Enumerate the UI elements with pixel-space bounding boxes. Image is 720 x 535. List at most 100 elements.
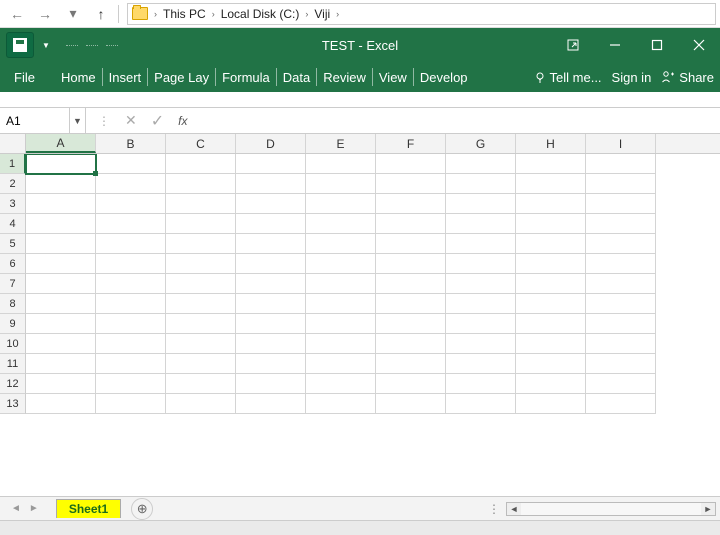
cell[interactable] xyxy=(236,334,306,354)
cell[interactable] xyxy=(236,234,306,254)
cell[interactable] xyxy=(236,174,306,194)
cell[interactable] xyxy=(586,354,656,374)
row-header[interactable]: 4 xyxy=(0,214,26,234)
cell[interactable] xyxy=(96,314,166,334)
cell[interactable] xyxy=(376,294,446,314)
cell[interactable] xyxy=(306,214,376,234)
qat-dropdown-icon[interactable]: ▼ xyxy=(38,41,54,50)
sheet-nav-prev-icon[interactable]: ◄ xyxy=(8,503,24,514)
tab-view[interactable]: View xyxy=(373,68,414,86)
cell[interactable] xyxy=(166,294,236,314)
minimize-button[interactable] xyxy=(594,28,636,62)
address-box[interactable]: › This PC › Local Disk (C:) › Viji › xyxy=(127,3,716,25)
cell[interactable] xyxy=(446,394,516,414)
row-header[interactable]: 9 xyxy=(0,314,26,334)
scroll-track[interactable] xyxy=(521,503,701,515)
cell[interactable] xyxy=(306,334,376,354)
select-all-corner[interactable] xyxy=(0,134,26,153)
tell-me-search[interactable]: Tell me... xyxy=(534,70,602,85)
cell[interactable] xyxy=(586,334,656,354)
cell[interactable] xyxy=(446,374,516,394)
cell[interactable] xyxy=(166,374,236,394)
cell[interactable] xyxy=(26,194,96,214)
save-button[interactable] xyxy=(6,32,34,58)
row-header[interactable]: 10 xyxy=(0,334,26,354)
cell[interactable] xyxy=(306,354,376,374)
breadcrumb[interactable]: Viji xyxy=(314,7,330,21)
cell[interactable] xyxy=(236,314,306,334)
tab-developer[interactable]: Develop xyxy=(414,68,474,86)
column-header[interactable]: A xyxy=(26,134,96,153)
cell[interactable] xyxy=(586,234,656,254)
cell[interactable] xyxy=(306,314,376,334)
cell[interactable] xyxy=(26,174,96,194)
name-box[interactable]: A1 xyxy=(0,108,70,133)
cell[interactable] xyxy=(306,294,376,314)
cell[interactable] xyxy=(26,294,96,314)
cell[interactable] xyxy=(586,294,656,314)
cell[interactable] xyxy=(586,154,656,174)
sign-in-link[interactable]: Sign in xyxy=(612,70,652,85)
row-header[interactable]: 8 xyxy=(0,294,26,314)
cell[interactable] xyxy=(26,314,96,334)
row-header[interactable]: 7 xyxy=(0,274,26,294)
cell[interactable] xyxy=(586,194,656,214)
column-header[interactable]: F xyxy=(376,134,446,153)
cell[interactable] xyxy=(376,254,446,274)
cell[interactable] xyxy=(236,254,306,274)
cell[interactable] xyxy=(446,234,516,254)
row-header[interactable]: 11 xyxy=(0,354,26,374)
cell[interactable] xyxy=(166,314,236,334)
cell[interactable] xyxy=(96,194,166,214)
cell[interactable] xyxy=(26,394,96,414)
nav-up-icon[interactable]: ↑ xyxy=(88,3,114,25)
scroll-split-handle-icon[interactable]: ⋮ xyxy=(482,502,506,516)
formula-bar-input[interactable] xyxy=(199,108,720,133)
share-button[interactable]: Share xyxy=(661,70,714,85)
column-header[interactable]: H xyxy=(516,134,586,153)
cell[interactable] xyxy=(26,214,96,234)
nav-forward-icon[interactable]: → xyxy=(32,3,58,25)
row-header[interactable]: 13 xyxy=(0,394,26,414)
cell[interactable] xyxy=(516,374,586,394)
column-header[interactable]: D xyxy=(236,134,306,153)
cell[interactable] xyxy=(96,254,166,274)
cell[interactable] xyxy=(446,294,516,314)
cell[interactable] xyxy=(446,154,516,174)
fx-label[interactable]: fx xyxy=(178,114,187,128)
cell[interactable] xyxy=(376,274,446,294)
row-header[interactable]: 12 xyxy=(0,374,26,394)
scroll-left-icon[interactable]: ◄ xyxy=(507,503,521,515)
cell[interactable] xyxy=(586,214,656,234)
cell[interactable] xyxy=(586,314,656,334)
cell[interactable] xyxy=(166,354,236,374)
cell[interactable] xyxy=(166,234,236,254)
tab-page-layout[interactable]: Page Lay xyxy=(148,68,216,86)
column-header[interactable]: C xyxy=(166,134,236,153)
ribbon-display-options-icon[interactable] xyxy=(552,28,594,62)
cell[interactable] xyxy=(306,254,376,274)
tab-insert[interactable]: Insert xyxy=(103,68,149,86)
cell[interactable] xyxy=(96,154,166,174)
cell[interactable] xyxy=(446,194,516,214)
nav-dropdown-icon[interactable]: ▾ xyxy=(60,3,86,25)
cell[interactable] xyxy=(586,374,656,394)
row-header[interactable]: 6 xyxy=(0,254,26,274)
cell[interactable] xyxy=(376,394,446,414)
row-header[interactable]: 5 xyxy=(0,234,26,254)
cell[interactable] xyxy=(96,394,166,414)
cell[interactable] xyxy=(446,174,516,194)
cell[interactable] xyxy=(446,214,516,234)
active-cell[interactable] xyxy=(26,154,96,174)
cell[interactable] xyxy=(306,154,376,174)
cell[interactable] xyxy=(516,234,586,254)
cell[interactable] xyxy=(96,274,166,294)
cell[interactable] xyxy=(166,174,236,194)
cell[interactable] xyxy=(306,234,376,254)
cell[interactable] xyxy=(26,374,96,394)
cell[interactable] xyxy=(446,334,516,354)
sheet-nav-next-icon[interactable]: ► xyxy=(26,503,42,514)
cell[interactable] xyxy=(516,214,586,234)
cell[interactable] xyxy=(376,194,446,214)
cell[interactable] xyxy=(96,214,166,234)
